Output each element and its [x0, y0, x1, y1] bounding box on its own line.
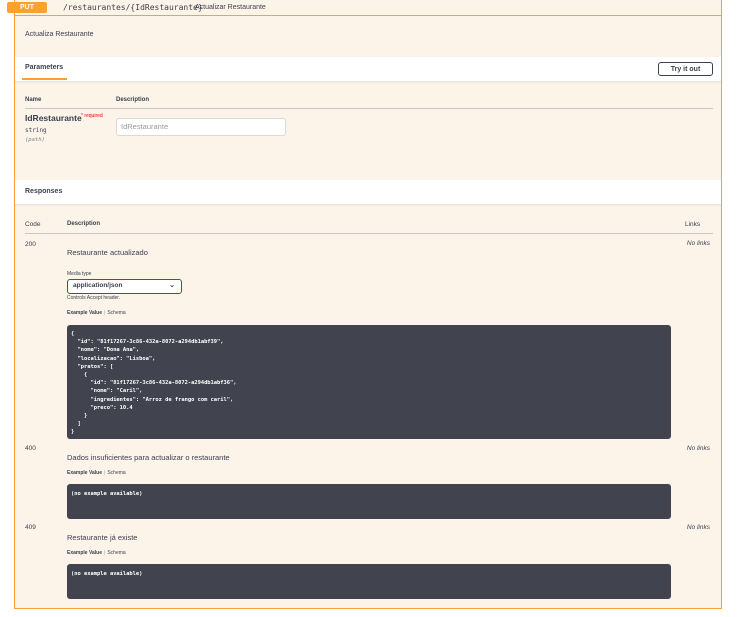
- example-tabs-400: Example Value | Schema: [67, 470, 126, 476]
- response-links-409: No links: [686, 524, 710, 531]
- put-operation-block: PUT /restaurantes/{IdRestaurante} Actual…: [7, 0, 722, 609]
- param-type: string: [25, 127, 47, 134]
- schema-tab[interactable]: Schema: [107, 470, 125, 476]
- response-code-400: 400: [25, 445, 36, 452]
- param-location: (path): [25, 137, 45, 143]
- operation-path: /restaurantes/{IdRestaurante}: [63, 3, 203, 12]
- operation-summary-text: Actualizar Restaurante: [195, 4, 266, 11]
- response-code-200: 200: [25, 241, 36, 248]
- parameters-tab[interactable]: Parameters: [25, 64, 63, 71]
- controls-accept-note: Controls Accept header.: [67, 295, 121, 301]
- example-code-409: (no example available): [67, 564, 671, 599]
- example-tabs-409: Example Value | Schema: [67, 550, 126, 556]
- param-header-divider: [25, 108, 713, 109]
- resp-col-code: Code: [25, 221, 41, 228]
- example-value-tab[interactable]: Example Value: [67, 550, 102, 556]
- response-code-409: 409: [25, 524, 36, 531]
- operation-description: Actualiza Restaurante: [25, 31, 94, 38]
- example-code-200: { "id": "81f17267-3c86-432a-8072-a294db1…: [67, 325, 671, 439]
- response-description-400: Dados insuficientes para actualizar o re…: [67, 453, 230, 462]
- example-tabs-200: Example Value | Schema: [67, 310, 126, 316]
- parameters-tab-underline: [22, 78, 67, 80]
- response-links-400: No links: [686, 445, 710, 452]
- param-name: IdRestaurante: [25, 113, 82, 123]
- param-col-name: Name: [25, 97, 42, 103]
- responses-title: Responses: [25, 188, 63, 195]
- media-type-label: Media type: [67, 271, 92, 277]
- parameters-header: Parameters Try it out: [15, 57, 721, 81]
- media-type-value: application/json: [73, 282, 123, 289]
- response-links-200: No links: [686, 240, 710, 247]
- example-value-tab[interactable]: Example Value: [67, 310, 102, 316]
- resp-header-divider: [25, 233, 713, 234]
- response-description-409: Restaurante já existe: [67, 533, 138, 542]
- try-it-out-button[interactable]: Try it out: [658, 62, 713, 76]
- schema-tab[interactable]: Schema: [107, 310, 125, 316]
- method-badge: PUT: [7, 2, 47, 13]
- param-col-description: Description: [116, 97, 150, 103]
- param-required: * required: [81, 113, 103, 119]
- response-description-200: Restaurante actualizado: [67, 248, 148, 257]
- responses-header: Responses: [15, 180, 721, 204]
- example-value-tab[interactable]: Example Value: [67, 470, 102, 476]
- param-input-idrestaurante[interactable]: IdRestaurante: [116, 118, 286, 136]
- example-code-400: (no example available): [67, 484, 671, 519]
- schema-tab[interactable]: Schema: [107, 550, 125, 556]
- resp-col-description: Description: [67, 221, 101, 227]
- media-type-select[interactable]: application/json ⌄: [67, 279, 182, 294]
- operation-summary[interactable]: PUT /restaurantes/{IdRestaurante} Actual…: [7, 0, 721, 16]
- resp-col-links: Links: [685, 221, 701, 228]
- chevron-down-icon: ⌄: [169, 282, 175, 289]
